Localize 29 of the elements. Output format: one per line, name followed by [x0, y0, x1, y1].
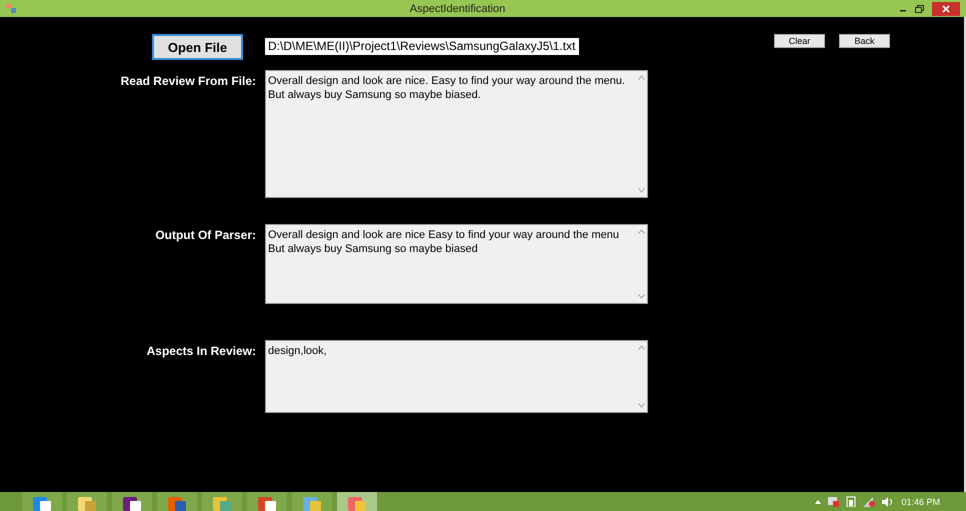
app-icon — [6, 4, 16, 13]
scroll-up-icon[interactable] — [638, 345, 644, 350]
scroll-down-icon[interactable] — [638, 403, 644, 408]
network-icon[interactable] — [863, 496, 876, 506]
clear-button[interactable]: Clear — [774, 34, 825, 48]
tray-arrow-icon[interactable] — [815, 499, 822, 504]
field-label: Aspects In Review: — [146, 343, 257, 358]
battery-icon[interactable] — [846, 496, 856, 507]
scroll-up-icon[interactable] — [638, 229, 644, 234]
field-label: Read Review From File: — [120, 73, 257, 88]
close-icon[interactable] — [942, 4, 950, 12]
back-button[interactable]: Back — [839, 34, 890, 48]
text-area[interactable]: design,look, — [265, 340, 648, 413]
file-path-field[interactable]: D:\D\ME\ME(II)\Project1\Reviews\SamsungGalaxyJ5\1.txt — [265, 38, 580, 55]
text-area[interactable]: Overall design and look are nice Easy to find your way around the menu But always buy Samsung so maybe biased — [265, 224, 648, 304]
restore-icon[interactable] — [915, 4, 924, 12]
scroll-down-icon[interactable] — [638, 188, 644, 193]
field-label: Output Of Parser: — [154, 227, 257, 242]
taskbar-app-button[interactable] — [247, 492, 287, 511]
text-area[interactable]: Overall design and look are nice. Easy to find your way around the menu. But always buy Samsung so maybe biased. — [265, 70, 648, 198]
speaker-icon[interactable] — [882, 496, 894, 506]
scroll-up-icon[interactable] — [638, 75, 644, 80]
scroll-down-icon[interactable] — [638, 294, 644, 299]
app-icon[interactable] — [121, 495, 143, 511]
open-file-button[interactable]: Open File — [152, 34, 243, 60]
close-button[interactable] — [932, 2, 960, 16]
app-icon[interactable] — [256, 495, 278, 511]
taskbar-app-button[interactable] — [112, 492, 152, 511]
window-title: AspectIdentification — [408, 2, 506, 14]
